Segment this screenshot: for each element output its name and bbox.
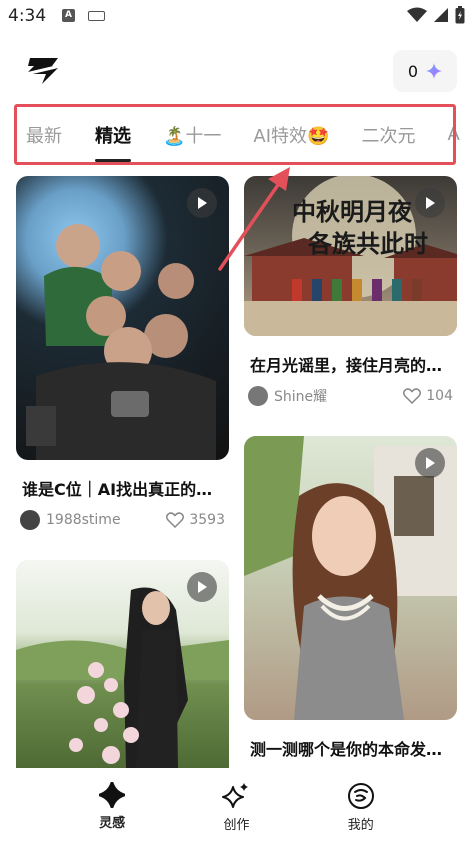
nav-label: 灵感 xyxy=(99,816,126,831)
overlay-text-line1: 中秋明月夜 xyxy=(292,197,412,226)
author: 1988stime xyxy=(20,510,121,530)
likes[interactable]: 104 xyxy=(403,388,453,404)
author-name: 1988stime xyxy=(46,512,121,528)
card-title: 测一测哪个是你的本命发… xyxy=(250,740,443,759)
card-title: 在月光谣里，接住月亮的… xyxy=(250,356,443,375)
card-meta: Shine耀 104 xyxy=(248,386,453,406)
card-image xyxy=(244,436,457,720)
woman-portrait-illustration xyxy=(244,436,457,720)
group-photo-illustration xyxy=(26,224,216,460)
credit-button[interactable]: 0 xyxy=(393,50,457,92)
annotation-arrow xyxy=(218,167,290,271)
play-icon xyxy=(187,572,217,602)
sparkle-icon xyxy=(222,783,249,808)
feed-card[interactable]: 谁是C位｜AI找出真正的… 1988stime 3593 xyxy=(16,176,229,536)
card-meta: 1988stime 3593 xyxy=(20,510,225,530)
sparkle-star-icon xyxy=(426,63,443,79)
signal-icon xyxy=(434,8,448,22)
nav-create[interactable]: 创作 xyxy=(201,768,271,842)
likes[interactable]: 3593 xyxy=(166,512,225,528)
status-icons xyxy=(407,6,465,24)
notification-a-icon: A xyxy=(62,9,75,22)
like-count: 3593 xyxy=(189,512,225,528)
author: Shine耀 xyxy=(248,386,327,406)
overlay-text-line2: 各族共此时 xyxy=(308,229,428,258)
wifi-icon xyxy=(407,7,427,22)
card-title: 谁是C位｜AI找出真正的… xyxy=(22,480,213,499)
card-image xyxy=(16,560,229,768)
heart-icon xyxy=(403,388,422,404)
battery-icon xyxy=(455,6,465,24)
avatar xyxy=(20,510,40,530)
credit-count: 0 xyxy=(407,61,419,81)
nav-profile[interactable]: 我的 xyxy=(326,768,396,842)
play-icon xyxy=(415,448,445,478)
play-icon xyxy=(415,188,445,218)
card-image xyxy=(16,176,229,460)
heart-icon xyxy=(166,512,185,528)
nav-label: 创作 xyxy=(223,818,250,833)
status-bar: 4:34 A xyxy=(0,0,473,34)
feed-card[interactable]: 测一测哪个是你的本命发… xyxy=(244,436,457,768)
like-count: 104 xyxy=(426,388,453,404)
nav-inspiration[interactable]: 灵感 xyxy=(77,768,147,842)
annotation-highlight-box xyxy=(14,104,456,165)
profile-icon xyxy=(347,783,374,809)
feed-card[interactable] xyxy=(16,560,229,768)
bottom-navigation: 灵感 创作 我的 xyxy=(0,768,473,842)
app-logo xyxy=(25,58,61,84)
avatar xyxy=(248,386,268,406)
keyboard-icon xyxy=(88,11,105,21)
status-time: 4:34 xyxy=(8,6,47,26)
inspiration-icon xyxy=(99,782,126,808)
nav-label: 我的 xyxy=(347,818,374,833)
author-name: Shine耀 xyxy=(274,389,328,405)
